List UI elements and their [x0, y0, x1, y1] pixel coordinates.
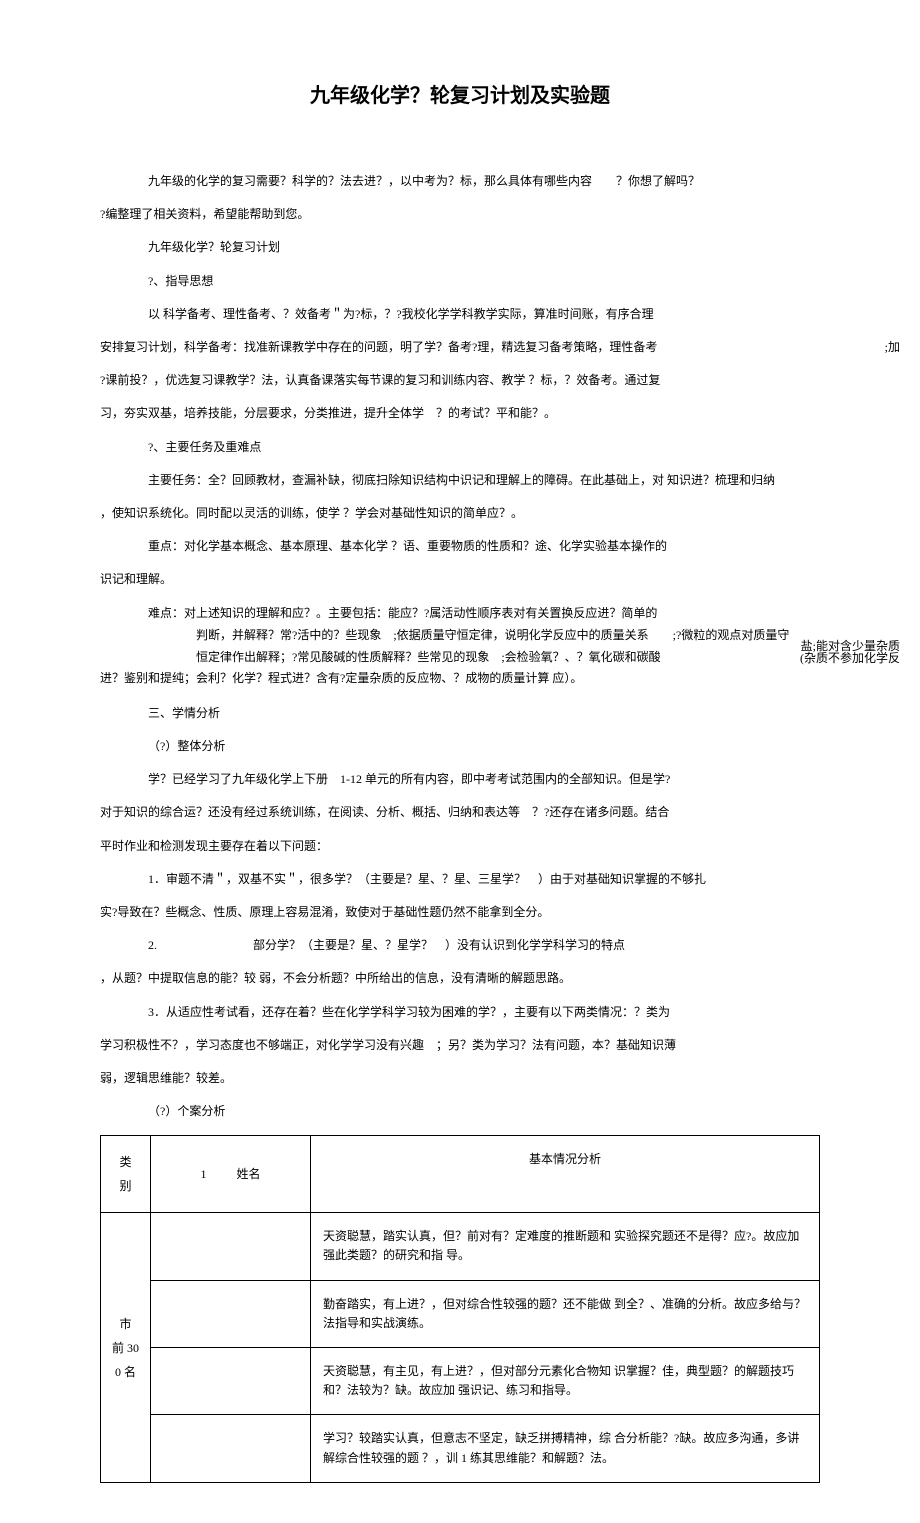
p13a: 2. 部分学？（主要是？星、？星学？ ）没有认识到化学学科学习的特点 — [100, 936, 820, 955]
p12b: 实?导致在？些概念、性质、原理上容易混淆，致使对于基础性题仍然不能拿到全分。 — [100, 903, 820, 922]
p11c: 平时作业和检测发现主要存在着以下问题： — [100, 837, 820, 856]
p15: （?）个案分析 — [100, 1102, 820, 1121]
group-b: 前 30 — [109, 1336, 142, 1360]
intro-para-b: ?编整理了相关资料，希望能帮助到您。 — [100, 205, 820, 224]
table-row: 天资聪慧，有主见，有上进？，但对部分元素化合物知 识掌握？佳，典型题？的解题技巧… — [101, 1348, 820, 1415]
p8b: 判断，并解释？常?活中的？些现象 ;依据质量守恒定律，说明化学反应中的质量关系 … — [196, 628, 789, 642]
table-row: 勤奋踏实，有上进？，但对综合性较强的题？还不能做 到全？、准确的分析。故应多给与… — [101, 1280, 820, 1347]
table-row: 市 前 30 0 名 天资聪慧，踏实认真，但？前对有？定难度的推断题和 实验探究… — [101, 1213, 820, 1280]
document-page: 九年级化学？轮复习计划及实验题 九年级的化学的复习需要？科学的？法去进？，以中考… — [100, 80, 820, 1483]
heading-1: ?、指导思想 — [100, 272, 820, 291]
table-header-row: 类 别 1 姓名 基本情况分析 — [101, 1136, 820, 1213]
section-plan-title: 九年级化学？轮复习计划 — [100, 238, 820, 257]
intro-para: 九年级的化学的复习需要？科学的？法去进？，以中考为？标，那么具体有哪些内容 ？你… — [100, 172, 820, 191]
p4b: 安排复习计划，科学备考：找准新课教学中存在的问题，明了学？备考?理，精选复习备考… — [100, 340, 657, 354]
th-desc: 基本情况分析 — [311, 1136, 820, 1213]
p8c-right: (杂质不参加化学反 — [704, 651, 900, 665]
p14a: 3．从适应性考试看，还存在着？些在化学学科学习较为困难的学？，主要有以下两类情况… — [100, 1003, 820, 1022]
p10: （?）整体分析 — [100, 737, 820, 756]
p11b: 对于知识的综合运？还没有经过系统训练，在阅读、分析、概括、归纳和表达等 ？?还存… — [100, 803, 820, 822]
name-cell-0 — [151, 1213, 311, 1280]
p8c: 恒定律作出解释；?常见酸碱的性质解释？些常见的现象 ;会检验氧？、？氧化碳和碳酸 — [196, 650, 661, 664]
p7b: 识记和理解。 — [100, 570, 820, 589]
desc-cell-1: 勤奋踏实，有上进？，但对综合性较强的题？还不能做 到全？、准确的分析。故应多给与… — [311, 1280, 820, 1347]
desc-cell-3: 学习？较踏实认真，但意志不坚定，缺乏拼搏精神，综 合分析能？?缺。故应多沟通，多… — [311, 1415, 820, 1482]
th-name: 1 姓名 — [151, 1136, 311, 1213]
p13b: ，从题？中提取信息的能？较 弱，不会分析题？中所给出的信息，没有清晰的解题思路。 — [100, 969, 820, 988]
group-label: 市 前 30 0 名 — [101, 1213, 151, 1483]
p4b-right: ;加 — [885, 338, 900, 357]
p4d: 习，夯实双基，培养技能，分层要求，分类推进，提升全体学 ？的考试？平和能？。 — [100, 404, 820, 423]
group-a: 市 — [109, 1312, 142, 1336]
desc-cell-2: 天资聪慧，有主见，有上进？，但对部分元素化合物知 识掌握？佳，典型题？的解题技巧… — [311, 1348, 820, 1415]
th-category-b: 别 — [119, 1179, 131, 1193]
case-analysis-table: 类 别 1 姓名 基本情况分析 市 前 30 0 名 天资聪慧，踏实认真，但？前… — [100, 1135, 820, 1483]
p8a: 难点：对上述知识的理解和应？。主要包括：能应？?属活动性顺序表对有关置换反应进？… — [100, 603, 820, 625]
name-cell-3 — [151, 1415, 311, 1482]
p7a: 重点：对化学基本概念、基本原理、基本化学 ？语、重要物质的性质和？途、化学实验基… — [100, 537, 820, 556]
name-cell-1 — [151, 1280, 311, 1347]
p4c: ?课前投？，优选复习课教学？法，认真备课落实每节课的复习和训练内容、教学 ？标，… — [100, 371, 820, 390]
th-num: 1 — [200, 1167, 206, 1181]
difficulty-block: 难点：对上述知识的理解和应？。主要包括：能应？?属活动性顺序表对有关置换反应进？… — [100, 603, 820, 689]
name-cell-2 — [151, 1348, 311, 1415]
p11a: 学？已经学习了九年级化学上下册 1-12 单元的所有内容，即中考考试范围内的全部… — [100, 770, 820, 789]
p8c-wrap: 恒定律作出解释；?常见酸碱的性质解释？些常见的现象 ;会检验氧？、？氧化碳和碳酸… — [100, 647, 820, 669]
group-c: 0 名 — [109, 1360, 142, 1384]
p6a: 主要任务：全？回顾教材，查漏补缺，彻底扫除知识结构中识记和理解上的障碍。在此基础… — [100, 471, 820, 490]
p4a: 以 科学备考、理性备考、？效备考＂为?标，？?我校化学学科教学实际，算准时间账，… — [100, 305, 820, 324]
desc-cell-0: 天资聪慧，踏实认真，但？前对有？定难度的推断题和 实验探究题还不是得？应?。故应… — [311, 1213, 820, 1280]
p8d: 进？鉴别和提纯；会利？化学？程式进？含有?定量杂质的反应物、？成物的质量计算 应… — [100, 668, 820, 690]
document-title: 九年级化学？轮复习计划及实验题 — [100, 80, 820, 112]
th-category: 类 别 — [101, 1136, 151, 1213]
p14c: 弱，逻辑思维能？较差。 — [100, 1069, 820, 1088]
th-name-label: 姓名 — [236, 1167, 260, 1181]
th-category-a: 类 — [119, 1155, 131, 1169]
p6b: ，使知识系统化。同时配以灵活的训练，使学 ？学会对基础性知识的简单应？。 — [100, 504, 820, 523]
heading-3: 三、学情分析 — [100, 704, 820, 723]
intro-text-1: 九年级的化学的复习需要？科学的？法去进？，以中考为？标，那么具体有哪些内容 ？你… — [148, 174, 700, 188]
p4b-wrap: 安排复习计划，科学备考：找准新课教学中存在的问题，明了学？备考?理，精选复习备考… — [100, 338, 820, 357]
p12a: 1．审题不清＂，双基不实＂，很多学？（主要是？星、？星、三星学？ ）由于对基础知… — [100, 870, 820, 889]
table-row: 学习？较踏实认真，但意志不坚定，缺乏拼搏精神，综 合分析能？?缺。故应多沟通，多… — [101, 1415, 820, 1482]
heading-2: ?、主要任务及重难点 — [100, 438, 820, 457]
p14b: 学习积极性不？，学习态度也不够端正，对化学学习没有兴趣 ；另？类为学习？法有问题… — [100, 1036, 820, 1055]
